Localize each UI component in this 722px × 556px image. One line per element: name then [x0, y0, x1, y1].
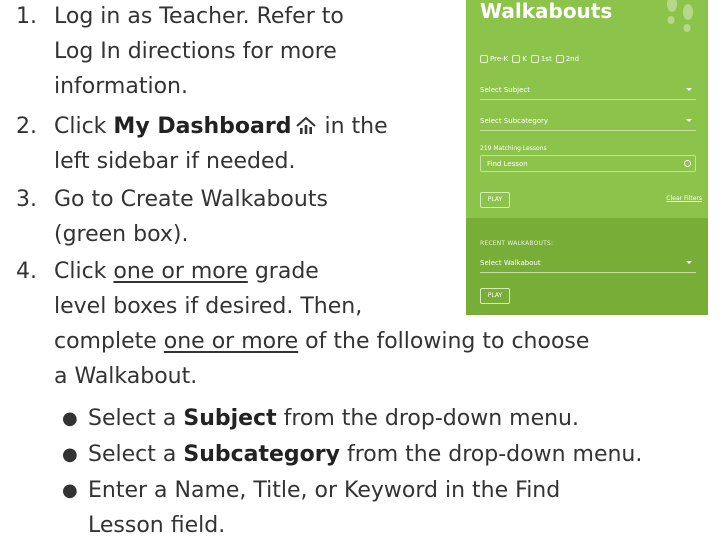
step-1-line-2: Log In directions for more [54, 39, 337, 64]
bullet-find-lesson-1: Enter a Name, Title, or Keyword in the F… [88, 478, 561, 503]
recent-walkabouts-title: RECENT WALKABOUTS: [480, 240, 554, 247]
bullet-text-end: from the drop-down menu. [276, 406, 579, 431]
grade-level-filters: Pre-K K 1st 2nd [480, 55, 579, 63]
grade-checkbox-2nd[interactable]: 2nd [555, 55, 580, 63]
one-or-more-emphasis-2: one or more [163, 329, 299, 354]
checkbox[interactable] [480, 55, 488, 63]
step-3-number: 3. [16, 187, 37, 212]
recent-walkabouts-section: RECENT WALKABOUTS: Select Walkabout PLAY [466, 218, 708, 315]
one-or-more-emphasis: one or more [113, 259, 248, 284]
caret-down-icon [686, 88, 692, 91]
subcategory-label: Subcategory [183, 442, 340, 467]
bullet-text-end: from the drop-down menu. [339, 442, 643, 467]
clear-filters-link[interactable]: Clear Filters [666, 195, 702, 202]
panel-title: Walkabouts [480, 0, 613, 23]
step-2-number: 2. [16, 114, 37, 139]
bullet-text: Select a [88, 406, 184, 431]
bullet-text: Select a [88, 442, 184, 467]
step-1-number: 1. [16, 4, 37, 29]
grade-checkbox-prek[interactable]: Pre-K [480, 55, 508, 63]
step-1-line-3: information. [54, 74, 188, 99]
bullet-find-lesson-2: Lesson field. [88, 513, 226, 538]
walkabouts-panel: Walkabouts Pre-K K 1st 2nd Select Subjec… [466, 0, 708, 315]
grade-label: 1st [540, 55, 552, 63]
bullet-marker: ● [62, 444, 78, 465]
my-dashboard-label: My Dashboard [113, 114, 292, 139]
step-2-text: Click [54, 114, 114, 139]
step-4-line-4: a Walkabout. [54, 364, 198, 389]
step-4-line-1: Click one or more grade [54, 257, 319, 287]
step-4-line-2: level boxes if desired. Then, [54, 294, 363, 319]
grade-label: K [522, 55, 527, 63]
step-3-line-2: (green box). [54, 222, 189, 247]
bullet-marker: ● [62, 408, 78, 429]
step-4-line-3: complete one or more of the following to… [54, 327, 589, 357]
find-lesson-input[interactable] [480, 155, 696, 172]
walkabout-select[interactable]: Select Walkabout [480, 255, 696, 273]
checkbox[interactable] [512, 55, 521, 63]
step-4-text-3: complete [54, 329, 164, 354]
grade-label: 2nd [565, 55, 580, 63]
subcategory-select-label: Select Subcategory [480, 117, 549, 125]
step-1-line-1: Log in as Teacher. Refer to [54, 4, 344, 29]
step-4-text-3-end: of the following to choose [298, 329, 590, 354]
step-2-line-1: Click My Dashboard in the [54, 112, 388, 145]
recent-play-button[interactable]: PLAY [480, 288, 510, 304]
step-2-line-2: left sidebar if needed. [54, 149, 296, 174]
step-4-text-end: grade [247, 259, 319, 284]
matching-lessons-count: 219 Matching Lessons [480, 145, 547, 152]
subject-select[interactable]: Select Subject [480, 82, 696, 100]
subcategory-select[interactable]: Select Subcategory [480, 113, 696, 131]
bullet-marker: ● [62, 480, 78, 501]
subject-select-label: Select Subject [480, 86, 530, 94]
subject-label: Subject [183, 406, 277, 431]
grade-checkbox-1st[interactable]: 1st [530, 55, 552, 63]
checkbox[interactable] [555, 55, 564, 63]
footprints-icon [658, 0, 702, 42]
step-2-text-end: in the [317, 114, 388, 139]
bullet-subcategory: Select a Subcategory from the drop-down … [88, 440, 642, 470]
dashboard-icon [295, 115, 317, 145]
caret-down-icon [686, 119, 692, 122]
grade-checkbox-k[interactable]: K [512, 55, 527, 63]
play-button[interactable]: PLAY [480, 192, 510, 208]
grade-label: Pre-K [490, 55, 509, 63]
caret-down-icon [686, 261, 692, 264]
checkbox[interactable] [530, 55, 539, 63]
step-4-text: Click [54, 259, 114, 284]
step-4-number: 4. [16, 259, 37, 284]
walkabout-select-label: Select Walkabout [480, 259, 541, 267]
step-3-line-1: Go to Create Walkabouts [54, 187, 328, 212]
bullet-subject: Select a Subject from the drop-down menu… [88, 404, 579, 434]
